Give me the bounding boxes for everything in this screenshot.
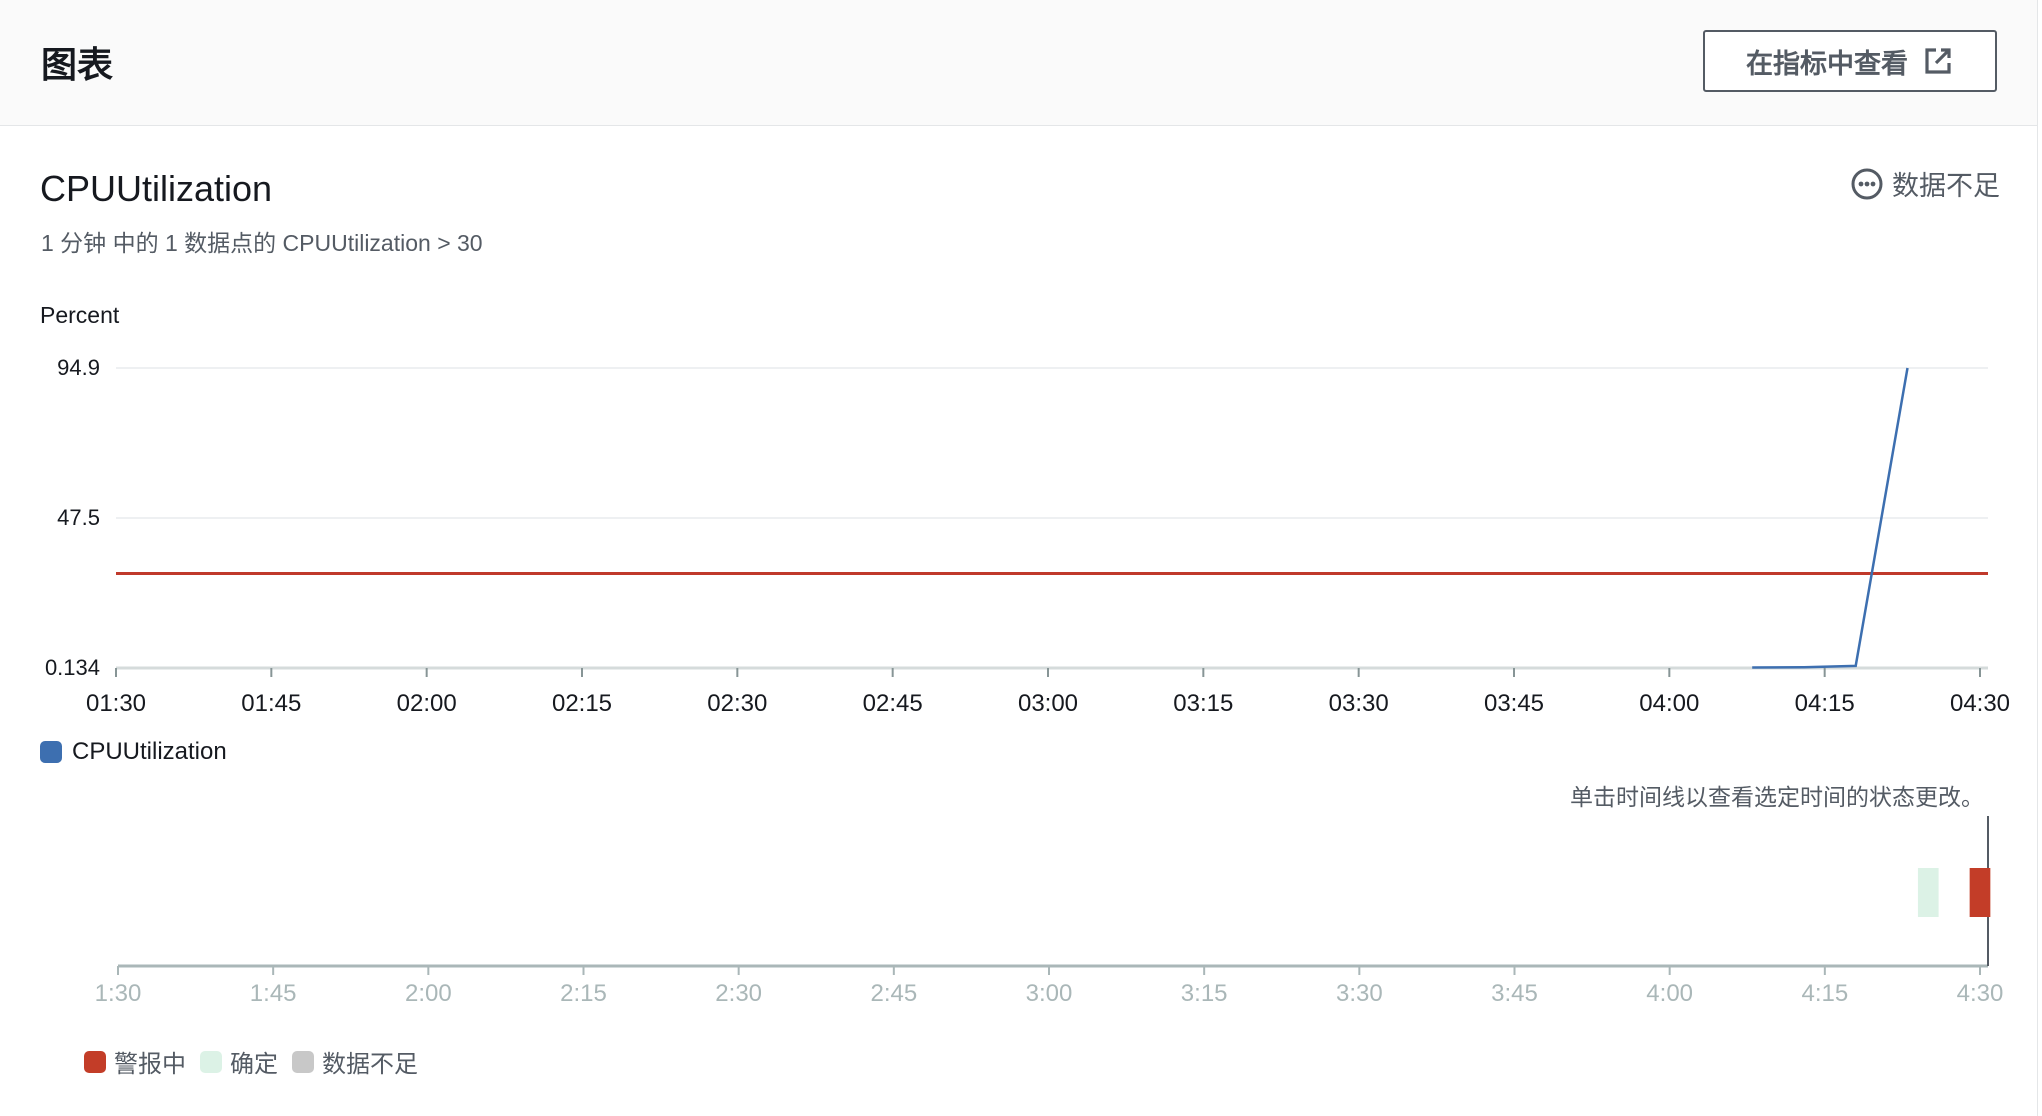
state-timeline[interactable] <box>0 0 2042 1116</box>
timeline-tick-label: 4:30 <box>1956 980 2004 1007</box>
timeline-segment-alarm <box>1969 868 1991 917</box>
timeline-tick-label: 3:15 <box>1180 980 1228 1007</box>
timeline-tick-label: 2:15 <box>560 980 607 1007</box>
timeline-tick-label: 2:00 <box>404 980 452 1007</box>
legend-swatch-insufficient <box>292 1050 314 1073</box>
legend-item-insufficient[interactable]: 数据不足 <box>292 1044 418 1079</box>
timeline-segment-ok <box>1917 868 1939 917</box>
timeline-tick-label: 3:45 <box>1491 980 1538 1007</box>
legend-item-ok[interactable]: 确定 <box>200 1044 278 1079</box>
timeline-tick-label: 2:30 <box>715 980 763 1007</box>
legend-item-alarm[interactable]: 警报中 <box>84 1044 186 1079</box>
timeline-tick-label: 1:45 <box>249 980 297 1007</box>
timeline-tick-label: 4:15 <box>1801 980 1849 1007</box>
legend-label-alarm: 警报中 <box>114 1051 186 1078</box>
timeline-tick-label: 4:00 <box>1646 980 1694 1007</box>
legend-label-ok: 确定 <box>230 1051 278 1078</box>
legend-label-insufficient: 数据不足 <box>322 1051 418 1078</box>
timeline-tick-label: 3:00 <box>1025 980 1073 1007</box>
timeline-tick-label: 2:45 <box>870 980 918 1007</box>
timeline-tick-label: 1:30 <box>94 980 142 1007</box>
timeline-tick-label: 3:30 <box>1335 980 1383 1007</box>
legend-swatch-alarm <box>84 1050 106 1073</box>
legend-swatch-ok <box>200 1050 222 1073</box>
timeline-legend: 警报中 确定 数据不足 <box>84 1044 418 1079</box>
